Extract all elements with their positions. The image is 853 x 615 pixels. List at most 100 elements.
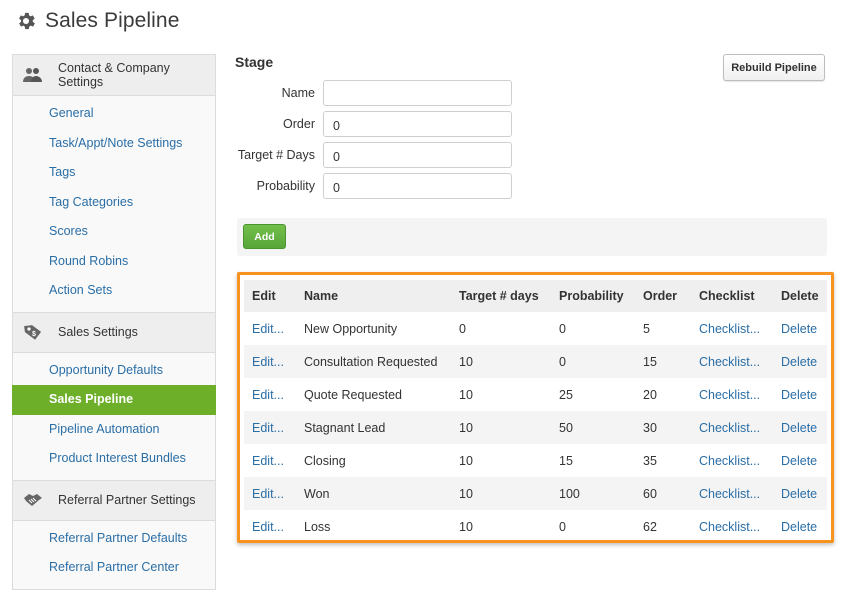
stage-target-days: 0	[459, 321, 466, 336]
column-header-edit: Edit	[244, 280, 304, 312]
sidebar-item-opportunity-defaults[interactable]: Opportunity Defaults	[13, 356, 215, 386]
sidebar-item-action-sets[interactable]: Action Sets	[13, 276, 215, 306]
checklist-link[interactable]: Checklist...	[699, 444, 781, 477]
stage-name: Stagnant Lead	[304, 411, 459, 444]
column-header-order: Order	[643, 280, 699, 312]
stage-target-days: 10	[459, 345, 559, 378]
pipeline-stages-table: Edit Name Target # days Probability Orde…	[244, 280, 827, 543]
sidebar-item-referral-partner-defaults[interactable]: Referral Partner Defaults	[13, 524, 215, 554]
order-row: Order	[235, 111, 512, 137]
column-header-probability: Probability	[559, 280, 643, 312]
delete-link[interactable]: Delete	[781, 444, 827, 477]
sidebar-section-label: Contact & Company Settings	[58, 61, 170, 89]
gear-icon	[19, 12, 35, 30]
table-row: Edit... Stagnant Lead 10 50 30 Checklist…	[244, 411, 827, 444]
checklist-link[interactable]: Checklist...	[699, 510, 781, 543]
probability-row: Probability	[235, 173, 512, 199]
stage-target-days: 10	[459, 477, 559, 510]
probability-label: Probability	[256, 179, 315, 193]
probability-input[interactable]	[323, 173, 512, 199]
delete-link[interactable]: Delete	[781, 477, 827, 510]
column-header-delete: Delete	[781, 280, 827, 312]
sidebar-item-tags[interactable]: Tags	[13, 158, 215, 188]
column-header-target-days: Target # days	[459, 280, 559, 312]
sidebar-section-label: Referral Partner Settings	[58, 493, 196, 507]
name-input[interactable]	[323, 80, 512, 106]
stage-order: 20	[643, 387, 657, 402]
stage-order: 62	[643, 519, 657, 534]
rebuild-pipeline-button[interactable]: Rebuild Pipeline	[723, 54, 825, 81]
table-row: Edit... Quote Requested 10 25 20 Checkli…	[244, 378, 827, 411]
stage-name: Won	[304, 477, 459, 510]
stage-target-days: 10	[459, 519, 473, 534]
stage-probability: 100	[559, 477, 643, 510]
sidebar-item-sales-pipeline[interactable]: Sales Pipeline	[12, 385, 216, 415]
sidebar-section-label: Sales Settings	[58, 325, 138, 339]
stage-probability: 50	[559, 411, 643, 444]
page-header: Sales Pipeline	[15, 9, 180, 33]
sidebar-item-round-robins[interactable]: Round Robins	[13, 247, 215, 277]
handshake-icon	[23, 491, 43, 509]
checklist-link[interactable]: Checklist...	[699, 378, 781, 411]
target-days-row: Target # Days	[235, 142, 512, 168]
stage-name: New Opportunity	[304, 321, 398, 336]
sidebar-item-general[interactable]: General	[13, 99, 215, 129]
sidebar-section-referral-partner-settings[interactable]: Referral Partner Settings	[13, 479, 215, 521]
delete-link[interactable]: Delete	[781, 378, 827, 411]
price-tag-icon: $	[23, 323, 43, 341]
sidebar-item-referral-partner-center[interactable]: Referral Partner Center	[13, 553, 215, 583]
stage-order: 60	[643, 477, 699, 510]
sidebar-item-task-appt-note-settings[interactable]: Task/Appt/Note Settings	[13, 129, 215, 159]
checklist-link[interactable]: Checklist...	[699, 312, 781, 345]
pipeline-stages-table-highlight: Edit Name Target # days Probability Orde…	[237, 272, 834, 543]
table-row: Edit... New Opportunity 0 0 5 Checklist.…	[244, 312, 827, 345]
add-button[interactable]: Add	[243, 224, 286, 249]
checklist-link[interactable]: Checklist...	[699, 477, 781, 510]
edit-link[interactable]: Edit...	[244, 378, 304, 411]
sidebar-item-tag-categories[interactable]: Tag Categories	[13, 188, 215, 218]
sidebar-item-scores[interactable]: Scores	[13, 217, 215, 247]
sidebar-item-pipeline-automation[interactable]: Pipeline Automation	[13, 415, 215, 445]
checklist-link[interactable]: Checklist...	[699, 345, 781, 378]
sidebar-item-product-interest-bundles[interactable]: Product Interest Bundles	[13, 444, 215, 474]
edit-link[interactable]: Edit...	[244, 345, 304, 378]
column-header-name: Name	[304, 280, 459, 312]
stage-form-title: Stage	[235, 54, 274, 70]
table-row: Edit... Won 10 100 60 Checklist... Delet…	[244, 477, 827, 510]
sidebar-section-contact-company[interactable]: Contact & Company Settings	[13, 55, 215, 96]
stage-name: Loss	[304, 519, 331, 534]
target-days-input[interactable]	[323, 142, 512, 168]
name-label: Name	[281, 86, 315, 100]
stage-target-days: 10	[459, 411, 559, 444]
edit-link[interactable]: Edit...	[244, 477, 304, 510]
edit-link[interactable]: Edit...	[244, 510, 304, 543]
stage-order: 15	[643, 345, 699, 378]
stage-probability: 0	[559, 321, 566, 336]
sidebar-section-sales-settings[interactable]: $ Sales Settings	[13, 311, 215, 353]
target-days-label: Target # Days	[237, 148, 315, 162]
stage-probability: 15	[559, 453, 573, 468]
stage-target-days: 10	[459, 387, 473, 402]
stage-order: 5	[643, 321, 650, 336]
delete-link[interactable]: Delete	[781, 345, 827, 378]
add-bar: Add	[237, 218, 827, 256]
order-input[interactable]	[323, 111, 512, 137]
stage-probability: 0	[559, 519, 566, 534]
settings-sidebar: Contact & Company Settings General Task/…	[12, 54, 216, 590]
table-row: Edit... Closing 10 15 35 Checklist... De…	[244, 444, 827, 477]
edit-link[interactable]: Edit...	[244, 312, 304, 345]
stage-order: 30	[643, 411, 699, 444]
edit-link[interactable]: Edit...	[244, 444, 304, 477]
stage-order: 35	[643, 453, 657, 468]
table-header-row: Edit Name Target # days Probability Orde…	[244, 280, 827, 312]
page-title: Sales Pipeline	[45, 9, 180, 32]
table-row: Edit... Loss 10 0 62 Checklist... Delete	[244, 510, 827, 543]
delete-link[interactable]: Delete	[781, 510, 827, 543]
svg-text:$: $	[32, 331, 36, 338]
delete-link[interactable]: Delete	[781, 312, 827, 345]
stage-name: Quote Requested	[304, 387, 402, 402]
stage-probability: 25	[559, 387, 573, 402]
edit-link[interactable]: Edit...	[244, 411, 304, 444]
delete-link[interactable]: Delete	[781, 411, 827, 444]
checklist-link[interactable]: Checklist...	[699, 411, 781, 444]
